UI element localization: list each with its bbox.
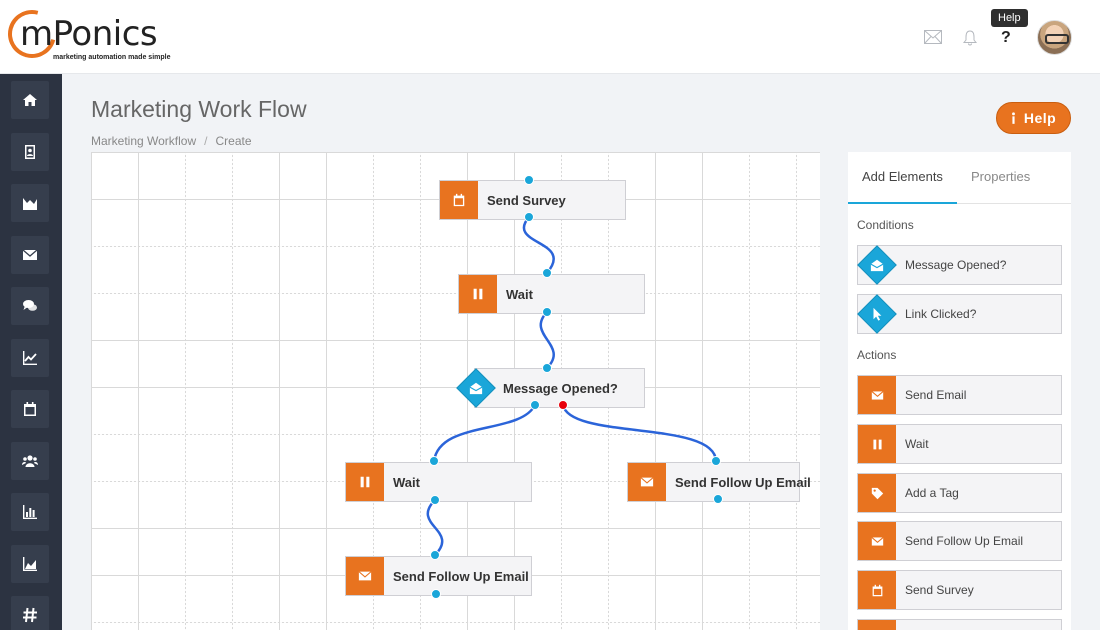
pause-icon xyxy=(346,463,384,501)
elements-panel: Add Elements Properties Conditions Messa… xyxy=(848,152,1071,630)
chat-bubbles-icon xyxy=(23,300,37,311)
top-bar: mPonics marketing automation made simple… xyxy=(0,0,1100,74)
element-label: Send Survey xyxy=(905,583,974,597)
calendar-icon xyxy=(858,571,896,609)
element-send-follow-up-email[interactable]: Send Follow Up Email xyxy=(857,521,1062,561)
node-output-port[interactable] xyxy=(430,495,440,505)
sidebar-item-calendar[interactable] xyxy=(11,390,49,428)
node-input-port[interactable] xyxy=(430,550,440,560)
element-message-opened[interactable]: Message Opened? xyxy=(857,245,1062,285)
condition-diamond-wrap xyxy=(857,245,897,285)
node-input-port[interactable] xyxy=(711,456,721,466)
node-label: Send Survey xyxy=(487,192,566,208)
node-input-port[interactable] xyxy=(429,456,439,466)
hash-icon xyxy=(23,607,37,623)
element-send-email[interactable]: Send Email xyxy=(857,375,1062,415)
pause-icon xyxy=(459,275,497,313)
brand-logo[interactable]: mPonics marketing automation made simple xyxy=(0,1,176,67)
mail-icon[interactable] xyxy=(924,30,942,46)
node-output-port[interactable] xyxy=(542,307,552,317)
element-link-clicked[interactable]: Link Clicked? xyxy=(857,294,1062,334)
panel-tabs: Add Elements Properties xyxy=(848,152,1071,204)
workflow-node-wait[interactable]: Wait xyxy=(458,274,645,314)
mountain-chart-icon xyxy=(23,557,37,571)
open-envelope-icon xyxy=(469,382,483,395)
tab-properties[interactable]: Properties xyxy=(971,169,1030,184)
node-label: Send Follow Up Email xyxy=(675,474,811,490)
element-wait[interactable]: Wait xyxy=(857,424,1062,464)
sidebar-item-stats[interactable] xyxy=(11,545,49,583)
area-chart-icon xyxy=(23,198,37,210)
node-label: Wait xyxy=(393,474,420,490)
breadcrumb-link-workflow[interactable]: Marketing Workflow xyxy=(91,134,196,148)
tag-icon xyxy=(858,474,896,512)
actions-heading: Actions xyxy=(857,348,897,362)
node-input-port[interactable] xyxy=(542,268,552,278)
brand-tagline: marketing automation made simple xyxy=(53,54,171,61)
element-label: Send Follow Up Email xyxy=(905,534,1024,548)
tab-add-elements[interactable]: Add Elements xyxy=(862,169,943,184)
help-tooltip: Help xyxy=(991,9,1028,27)
users-icon xyxy=(22,455,38,467)
element-label: Send Email xyxy=(905,388,967,402)
node-input-port[interactable] xyxy=(542,363,552,373)
element-label: Wait xyxy=(905,437,929,451)
question-icon[interactable]: ? xyxy=(1001,29,1011,47)
condition-diamond-wrap xyxy=(857,294,897,334)
node-label: Message Opened? xyxy=(503,380,618,396)
envelope-icon xyxy=(346,557,384,595)
action-icon xyxy=(858,619,896,630)
node-output-port[interactable] xyxy=(713,494,723,504)
brand-name: mPonics xyxy=(20,14,158,54)
avatar[interactable] xyxy=(1037,20,1072,55)
element-label: Message Opened? xyxy=(905,258,1007,272)
info-icon xyxy=(1011,112,1015,124)
cursor-icon xyxy=(873,307,882,321)
help-button[interactable]: Help xyxy=(996,102,1071,134)
node-label: Send Follow Up Email xyxy=(393,568,529,584)
condition-yes-port[interactable] xyxy=(530,400,540,410)
open-envelope-icon xyxy=(870,259,884,272)
element-send-survey[interactable]: Send Survey xyxy=(857,570,1062,610)
breadcrumb-current: Create xyxy=(215,134,252,148)
home-icon xyxy=(23,94,37,106)
node-input-port[interactable] xyxy=(524,175,534,185)
bell-icon[interactable] xyxy=(962,30,980,46)
sidebar-item-analytics[interactable] xyxy=(11,184,49,222)
sidebar-item-email[interactable] xyxy=(11,236,49,274)
pause-icon xyxy=(858,425,896,463)
sidebar-item-reports[interactable] xyxy=(11,493,49,531)
active-tab-indicator xyxy=(848,202,957,204)
element-partial[interactable] xyxy=(857,619,1062,630)
sidebar-item-trends[interactable] xyxy=(11,339,49,377)
envelope-icon xyxy=(858,376,896,414)
help-button-label: Help xyxy=(1023,110,1057,126)
node-label: Wait xyxy=(506,286,533,302)
envelope-icon xyxy=(858,522,896,560)
breadcrumb: Marketing Workflow / Create xyxy=(91,134,252,148)
line-chart-icon xyxy=(23,351,37,365)
condition-no-port[interactable] xyxy=(558,400,568,410)
bar-chart-icon xyxy=(23,505,37,519)
sidebar xyxy=(0,74,62,630)
node-output-port[interactable] xyxy=(524,212,534,222)
envelope-icon xyxy=(22,249,38,260)
calendar-icon xyxy=(24,402,36,416)
sidebar-item-users[interactable] xyxy=(11,442,49,480)
element-label: Add a Tag xyxy=(905,486,959,500)
sidebar-item-chat[interactable] xyxy=(11,287,49,325)
element-add-a-tag[interactable]: Add a Tag xyxy=(857,473,1062,513)
envelope-icon xyxy=(628,463,666,501)
conditions-heading: Conditions xyxy=(857,218,914,232)
sidebar-item-home[interactable] xyxy=(11,81,49,119)
calendar-icon xyxy=(440,181,478,219)
element-label: Link Clicked? xyxy=(905,307,977,321)
sidebar-item-hashtags[interactable] xyxy=(11,596,49,630)
node-output-port[interactable] xyxy=(431,589,441,599)
page-title: Marketing Work Flow xyxy=(91,96,307,122)
sidebar-item-contacts[interactable] xyxy=(11,133,49,171)
contact-card-icon xyxy=(25,145,35,159)
